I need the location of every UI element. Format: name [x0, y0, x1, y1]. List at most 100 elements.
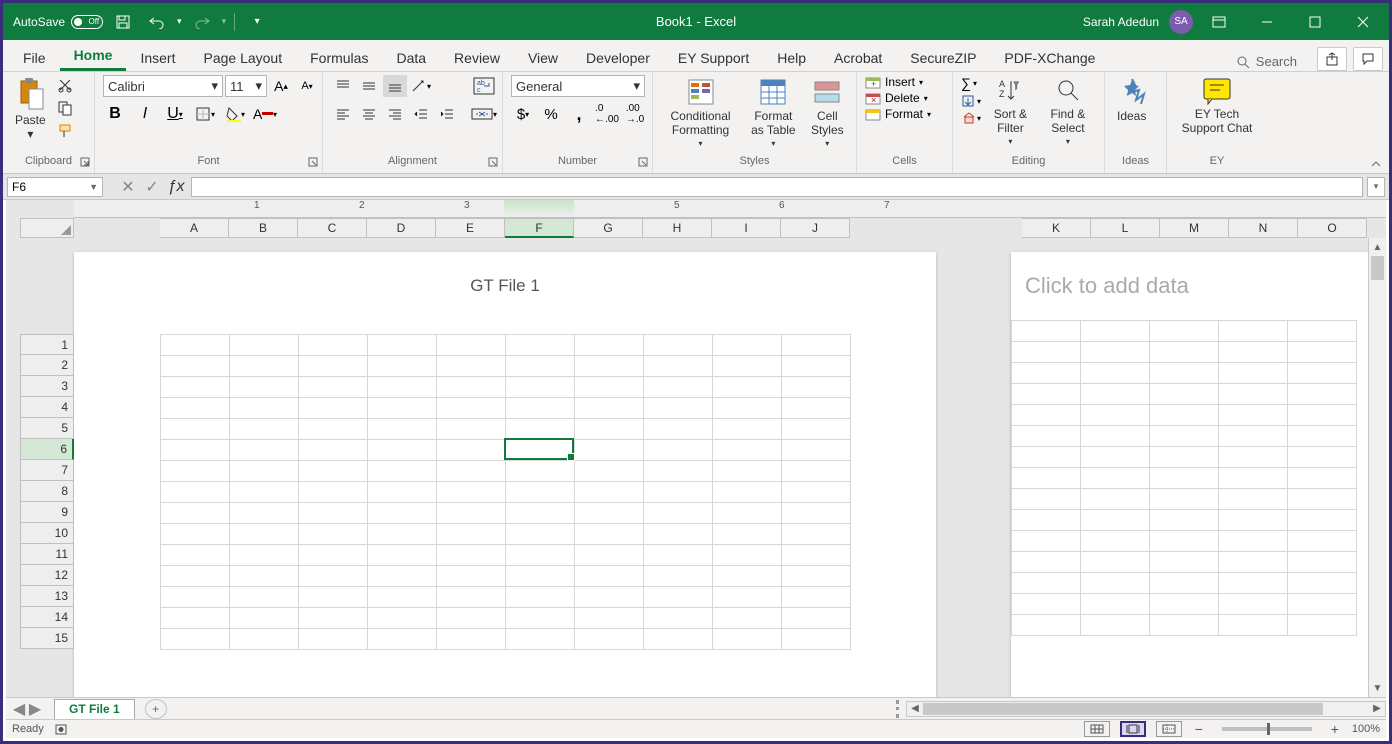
page-break-view-button[interactable]	[1156, 721, 1182, 737]
format-painter-button[interactable]	[54, 121, 76, 141]
cell[interactable]	[713, 587, 782, 608]
cell[interactable]	[1012, 615, 1081, 636]
cell[interactable]	[782, 419, 851, 440]
cell[interactable]	[1288, 468, 1357, 489]
cell[interactable]	[713, 335, 782, 356]
cell[interactable]	[782, 524, 851, 545]
align-right-button[interactable]	[383, 103, 407, 125]
cancel-formula-button[interactable]: ✕	[117, 177, 139, 197]
cell[interactable]	[230, 587, 299, 608]
cut-button[interactable]	[54, 75, 76, 95]
cell[interactable]	[1150, 447, 1219, 468]
cell[interactable]	[437, 461, 506, 482]
zoom-out-button[interactable]: −	[1192, 721, 1206, 737]
cell[interactable]	[299, 461, 368, 482]
select-all-button[interactable]	[20, 218, 74, 238]
row-header[interactable]: 8	[20, 481, 74, 502]
row-header[interactable]: 6	[20, 439, 74, 460]
cell[interactable]	[713, 440, 782, 461]
cell[interactable]	[1081, 426, 1150, 447]
clear-button[interactable]: ▾	[961, 111, 981, 125]
cell-grid-page-2[interactable]	[1011, 320, 1357, 636]
delete-cells-button[interactable]: ×Delete▾	[865, 91, 928, 105]
cell[interactable]	[230, 482, 299, 503]
row-header[interactable]: 14	[20, 607, 74, 628]
cell[interactable]	[782, 566, 851, 587]
cell[interactable]	[437, 545, 506, 566]
row-header[interactable]: 1	[20, 334, 74, 355]
collapse-ribbon-button[interactable]	[1369, 157, 1383, 171]
cell[interactable]	[575, 608, 644, 629]
cell[interactable]	[299, 629, 368, 650]
cell[interactable]	[644, 461, 713, 482]
cell[interactable]	[506, 566, 575, 587]
cell[interactable]	[299, 419, 368, 440]
expand-formula-bar-button[interactable]: ▾	[1367, 177, 1385, 197]
cell[interactable]	[713, 356, 782, 377]
cell[interactable]	[161, 419, 230, 440]
cell-grid[interactable]	[160, 334, 851, 650]
cell[interactable]	[437, 524, 506, 545]
cell[interactable]	[575, 482, 644, 503]
cell[interactable]	[1219, 447, 1288, 468]
cell[interactable]	[368, 377, 437, 398]
cell[interactable]	[644, 419, 713, 440]
column-header[interactable]: M	[1160, 218, 1229, 238]
page-2-placeholder[interactable]: Click to add data	[1011, 252, 1368, 320]
font-name-combo[interactable]: Calibri▾	[103, 75, 223, 97]
formula-input[interactable]	[191, 177, 1363, 197]
cell[interactable]	[782, 440, 851, 461]
column-header[interactable]: K	[1022, 218, 1091, 238]
cell[interactable]	[368, 608, 437, 629]
cell[interactable]	[1288, 321, 1357, 342]
column-header[interactable]: F	[505, 218, 574, 238]
cell[interactable]	[1219, 615, 1288, 636]
cell[interactable]	[368, 629, 437, 650]
cell[interactable]	[437, 440, 506, 461]
cell[interactable]	[161, 524, 230, 545]
cell[interactable]	[644, 482, 713, 503]
cell[interactable]	[1219, 384, 1288, 405]
column-header[interactable]: H	[643, 218, 712, 238]
cell[interactable]	[368, 398, 437, 419]
cell[interactable]	[1150, 384, 1219, 405]
normal-view-button[interactable]	[1084, 721, 1110, 737]
wrap-text-button[interactable]: abc	[469, 75, 499, 97]
cell[interactable]	[230, 461, 299, 482]
column-header[interactable]: D	[367, 218, 436, 238]
cell[interactable]	[1012, 531, 1081, 552]
cell[interactable]	[1150, 426, 1219, 447]
column-header[interactable]: I	[712, 218, 781, 238]
sheet-nav-buttons[interactable]: ◀▶	[6, 699, 48, 719]
font-color-button[interactable]: A▾	[253, 103, 277, 125]
cell[interactable]	[368, 335, 437, 356]
close-button[interactable]	[1341, 5, 1385, 39]
share-button[interactable]	[1317, 47, 1347, 71]
cell[interactable]	[506, 377, 575, 398]
minimize-button[interactable]	[1245, 5, 1289, 39]
cell[interactable]	[782, 503, 851, 524]
cell[interactable]	[1150, 615, 1219, 636]
tab-acrobat[interactable]: Acrobat	[820, 45, 896, 71]
cell[interactable]	[1081, 321, 1150, 342]
cell[interactable]	[644, 356, 713, 377]
cell[interactable]	[161, 440, 230, 461]
cell[interactable]	[230, 419, 299, 440]
accounting-format-button[interactable]: $▾	[511, 103, 535, 125]
cell[interactable]	[1150, 489, 1219, 510]
cell[interactable]	[713, 377, 782, 398]
cell[interactable]	[1012, 342, 1081, 363]
cell[interactable]	[1288, 615, 1357, 636]
cell[interactable]	[1012, 552, 1081, 573]
decrease-indent-button[interactable]	[409, 103, 433, 125]
cell[interactable]	[575, 440, 644, 461]
cell[interactable]	[575, 419, 644, 440]
fill-button[interactable]: ▾	[961, 94, 981, 108]
number-format-combo[interactable]: General▾	[511, 75, 645, 97]
cell[interactable]	[437, 356, 506, 377]
cell[interactable]	[1150, 510, 1219, 531]
cell[interactable]	[644, 440, 713, 461]
cell[interactable]	[782, 545, 851, 566]
cell[interactable]	[575, 398, 644, 419]
row-header[interactable]: 13	[20, 586, 74, 607]
